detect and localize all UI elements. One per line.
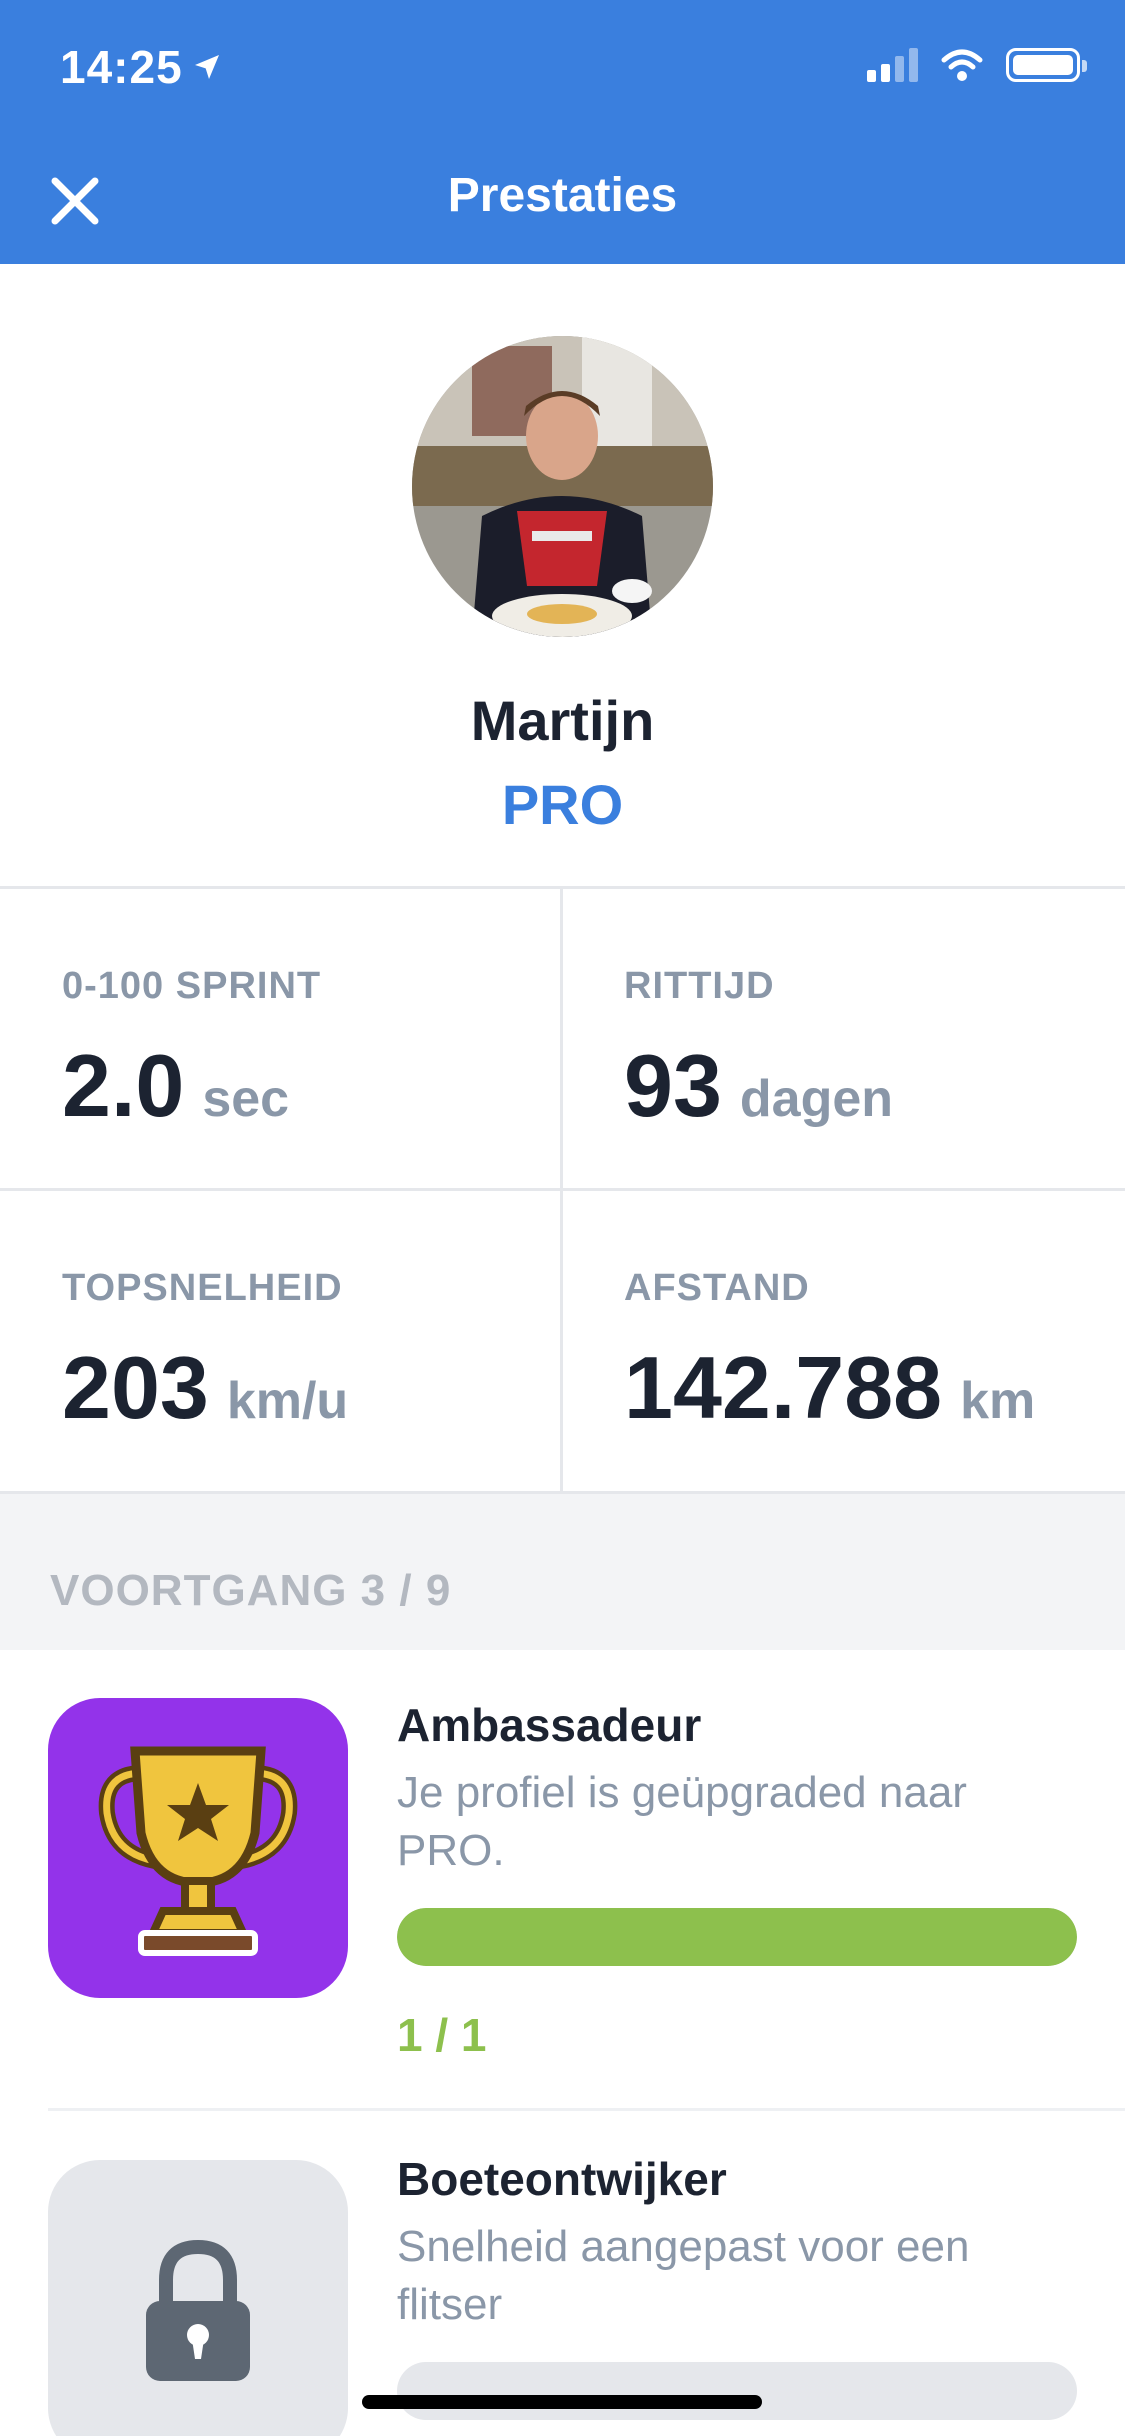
achievement-item[interactable]: Ambassadeur Je profiel is geüpgraded naa…	[0, 1650, 1125, 2110]
stat-value: 142.788	[624, 1338, 943, 1437]
stat-value: 203	[62, 1338, 209, 1437]
achievement-description: Snelheid aangepast voor een flitser	[397, 2222, 970, 2329]
stat-distance: AFSTAND 142.788 km	[562, 1191, 1124, 1493]
stat-unit: dagen	[739, 1070, 894, 1128]
status-time-text: 14:25	[60, 41, 183, 93]
stat-ride-time: RITTIJD 93 dagen	[562, 889, 1124, 1191]
battery-icon	[1006, 48, 1087, 82]
stat-unit: km	[960, 1372, 1036, 1430]
stat-value: 2.0	[62, 1036, 185, 1135]
status-indicators	[867, 48, 1087, 82]
achievement-description: Je profiel is geüpgraded naar PRO.	[397, 1768, 967, 1875]
profile-name: Martijn	[470, 689, 655, 752]
profile-section: Martijn PRO	[0, 264, 1125, 886]
section-title: VOORTGANG 3 / 9	[50, 1566, 452, 1615]
trophy-icon	[98, 1746, 298, 1956]
stat-top-speed: TOPSNELHEID 203 km/u	[0, 1191, 562, 1493]
status-time: 14:25	[60, 40, 223, 94]
achievement-progress-bar	[397, 2362, 1077, 2420]
achievement-count: 1 / 1	[397, 2009, 487, 2061]
stat-sprint: 0-100 SPRINT 2.0 sec	[0, 889, 562, 1191]
progress-fill	[397, 1908, 1077, 1966]
achievement-tile-locked	[48, 2160, 348, 2436]
stat-unit: km/u	[226, 1372, 349, 1430]
stat-label: 0-100 SPRINT	[62, 965, 322, 1007]
stat-label: RITTIJD	[624, 965, 775, 1007]
progress-section-header: VOORTGANG 3 / 9	[0, 1494, 1125, 1650]
achievement-title: Ambassadeur	[397, 1699, 702, 1751]
stat-label: AFSTAND	[624, 1267, 810, 1309]
page-title: Prestaties	[447, 169, 678, 222]
achievement-progress-bar	[397, 1908, 1077, 1966]
stat-unit: sec	[202, 1070, 290, 1128]
home-indicator	[362, 2395, 762, 2409]
cellular-signal-icon	[867, 48, 918, 82]
stats-grid: 0-100 SPRINT 2.0 sec RITTIJD 93 dagen TO…	[0, 886, 1125, 1494]
lock-icon	[146, 2239, 250, 2381]
stat-label: TOPSNELHEID	[62, 1267, 343, 1309]
wifi-icon	[941, 49, 983, 81]
location-arrow-icon	[194, 55, 219, 79]
achievement-item[interactable]: Boeteontwijker Snelheid aangepast voor e…	[0, 2112, 1125, 2436]
list-divider	[48, 2108, 1125, 2111]
top-bar: 14:25 Prestaties	[0, 0, 1125, 264]
achievement-tile	[48, 1698, 348, 1998]
achievement-title: Boeteontwijker	[397, 2153, 727, 2205]
grid-divider-horizontal	[0, 1188, 1125, 1191]
avatar	[412, 336, 713, 637]
profile-plan-badge: PRO	[501, 773, 624, 836]
stat-value: 93	[624, 1036, 722, 1135]
